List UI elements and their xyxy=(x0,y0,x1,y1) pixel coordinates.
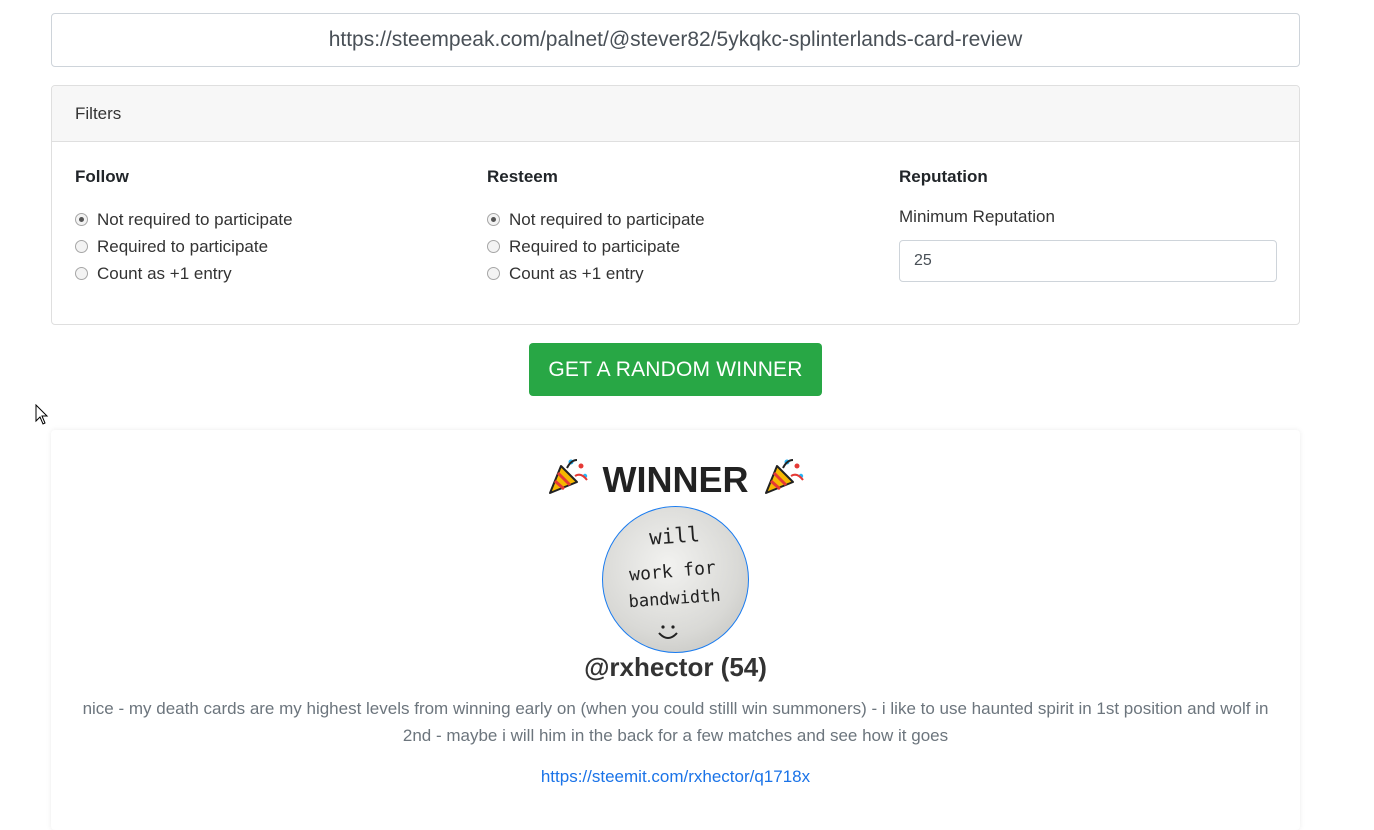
reputation-filter: Reputation Minimum Reputation 25 xyxy=(899,166,1277,282)
reputation-title: Reputation xyxy=(899,167,988,186)
winner-comment-link[interactable]: https://steemit.com/rxhector/q1718x xyxy=(541,767,810,786)
option-label: Count as +1 entry xyxy=(509,263,644,283)
radio-icon[interactable] xyxy=(487,267,500,280)
resteem-option-required[interactable]: Required to participate xyxy=(487,233,705,260)
radio-icon[interactable] xyxy=(487,213,500,226)
winner-username: @rxhector (54) xyxy=(584,652,767,682)
get-random-winner-button[interactable]: GET A RANDOM WINNER xyxy=(529,343,822,396)
avatar-text-line: work for xyxy=(628,557,716,585)
winner-comment-link-container: https://steemit.com/rxhector/q1718x xyxy=(51,767,1300,787)
min-reputation-input[interactable]: 25 xyxy=(899,240,1277,282)
winner-avatar: will work for bandwidth xyxy=(602,506,749,653)
avatar-text-line: will xyxy=(648,522,700,549)
option-label: Count as +1 entry xyxy=(97,263,232,283)
winner-heading: WINNER xyxy=(51,454,1300,505)
winner-card: WINNER will work for bandwidth @rxhector… xyxy=(51,430,1300,830)
resteem-option-plus-one[interactable]: Count as +1 entry xyxy=(487,260,705,287)
follow-option-required[interactable]: Required to participate xyxy=(75,233,293,260)
option-label: Not required to participate xyxy=(97,209,293,229)
post-url-input[interactable]: https://steempeak.com/palnet/@stever82/5… xyxy=(51,13,1300,67)
option-label: Required to participate xyxy=(509,236,681,256)
follow-option-plus-one[interactable]: Count as +1 entry xyxy=(75,260,293,287)
radio-icon[interactable] xyxy=(75,213,88,226)
mouse-cursor-icon xyxy=(35,404,49,425)
radio-icon[interactable] xyxy=(75,267,88,280)
resteem-title: Resteem xyxy=(487,167,558,186)
radio-icon[interactable] xyxy=(75,240,88,253)
radio-icon[interactable] xyxy=(487,240,500,253)
filters-card: Filters Follow Not required to participa… xyxy=(51,85,1300,325)
avatar-handwriting-image: will work for bandwidth xyxy=(628,522,721,639)
option-label: Not required to participate xyxy=(509,209,705,229)
resteem-filter: Resteem Not required to participate Requ… xyxy=(487,166,705,287)
winner-comment: nice - my death cards are my highest lev… xyxy=(82,699,1269,745)
party-popper-icon xyxy=(763,454,805,505)
min-reputation-label: Minimum Reputation xyxy=(899,207,1055,226)
resteem-option-not-required[interactable]: Not required to participate xyxy=(487,206,705,233)
follow-option-not-required[interactable]: Not required to participate xyxy=(75,206,293,233)
winner-title: WINNER xyxy=(602,458,749,500)
option-label: Required to participate xyxy=(97,236,269,256)
filters-header: Filters xyxy=(52,86,1299,142)
avatar-text-line: bandwidth xyxy=(628,586,721,612)
follow-title: Follow xyxy=(75,167,129,186)
party-popper-icon xyxy=(547,454,589,505)
follow-filter: Follow Not required to participate Requi… xyxy=(75,166,293,287)
